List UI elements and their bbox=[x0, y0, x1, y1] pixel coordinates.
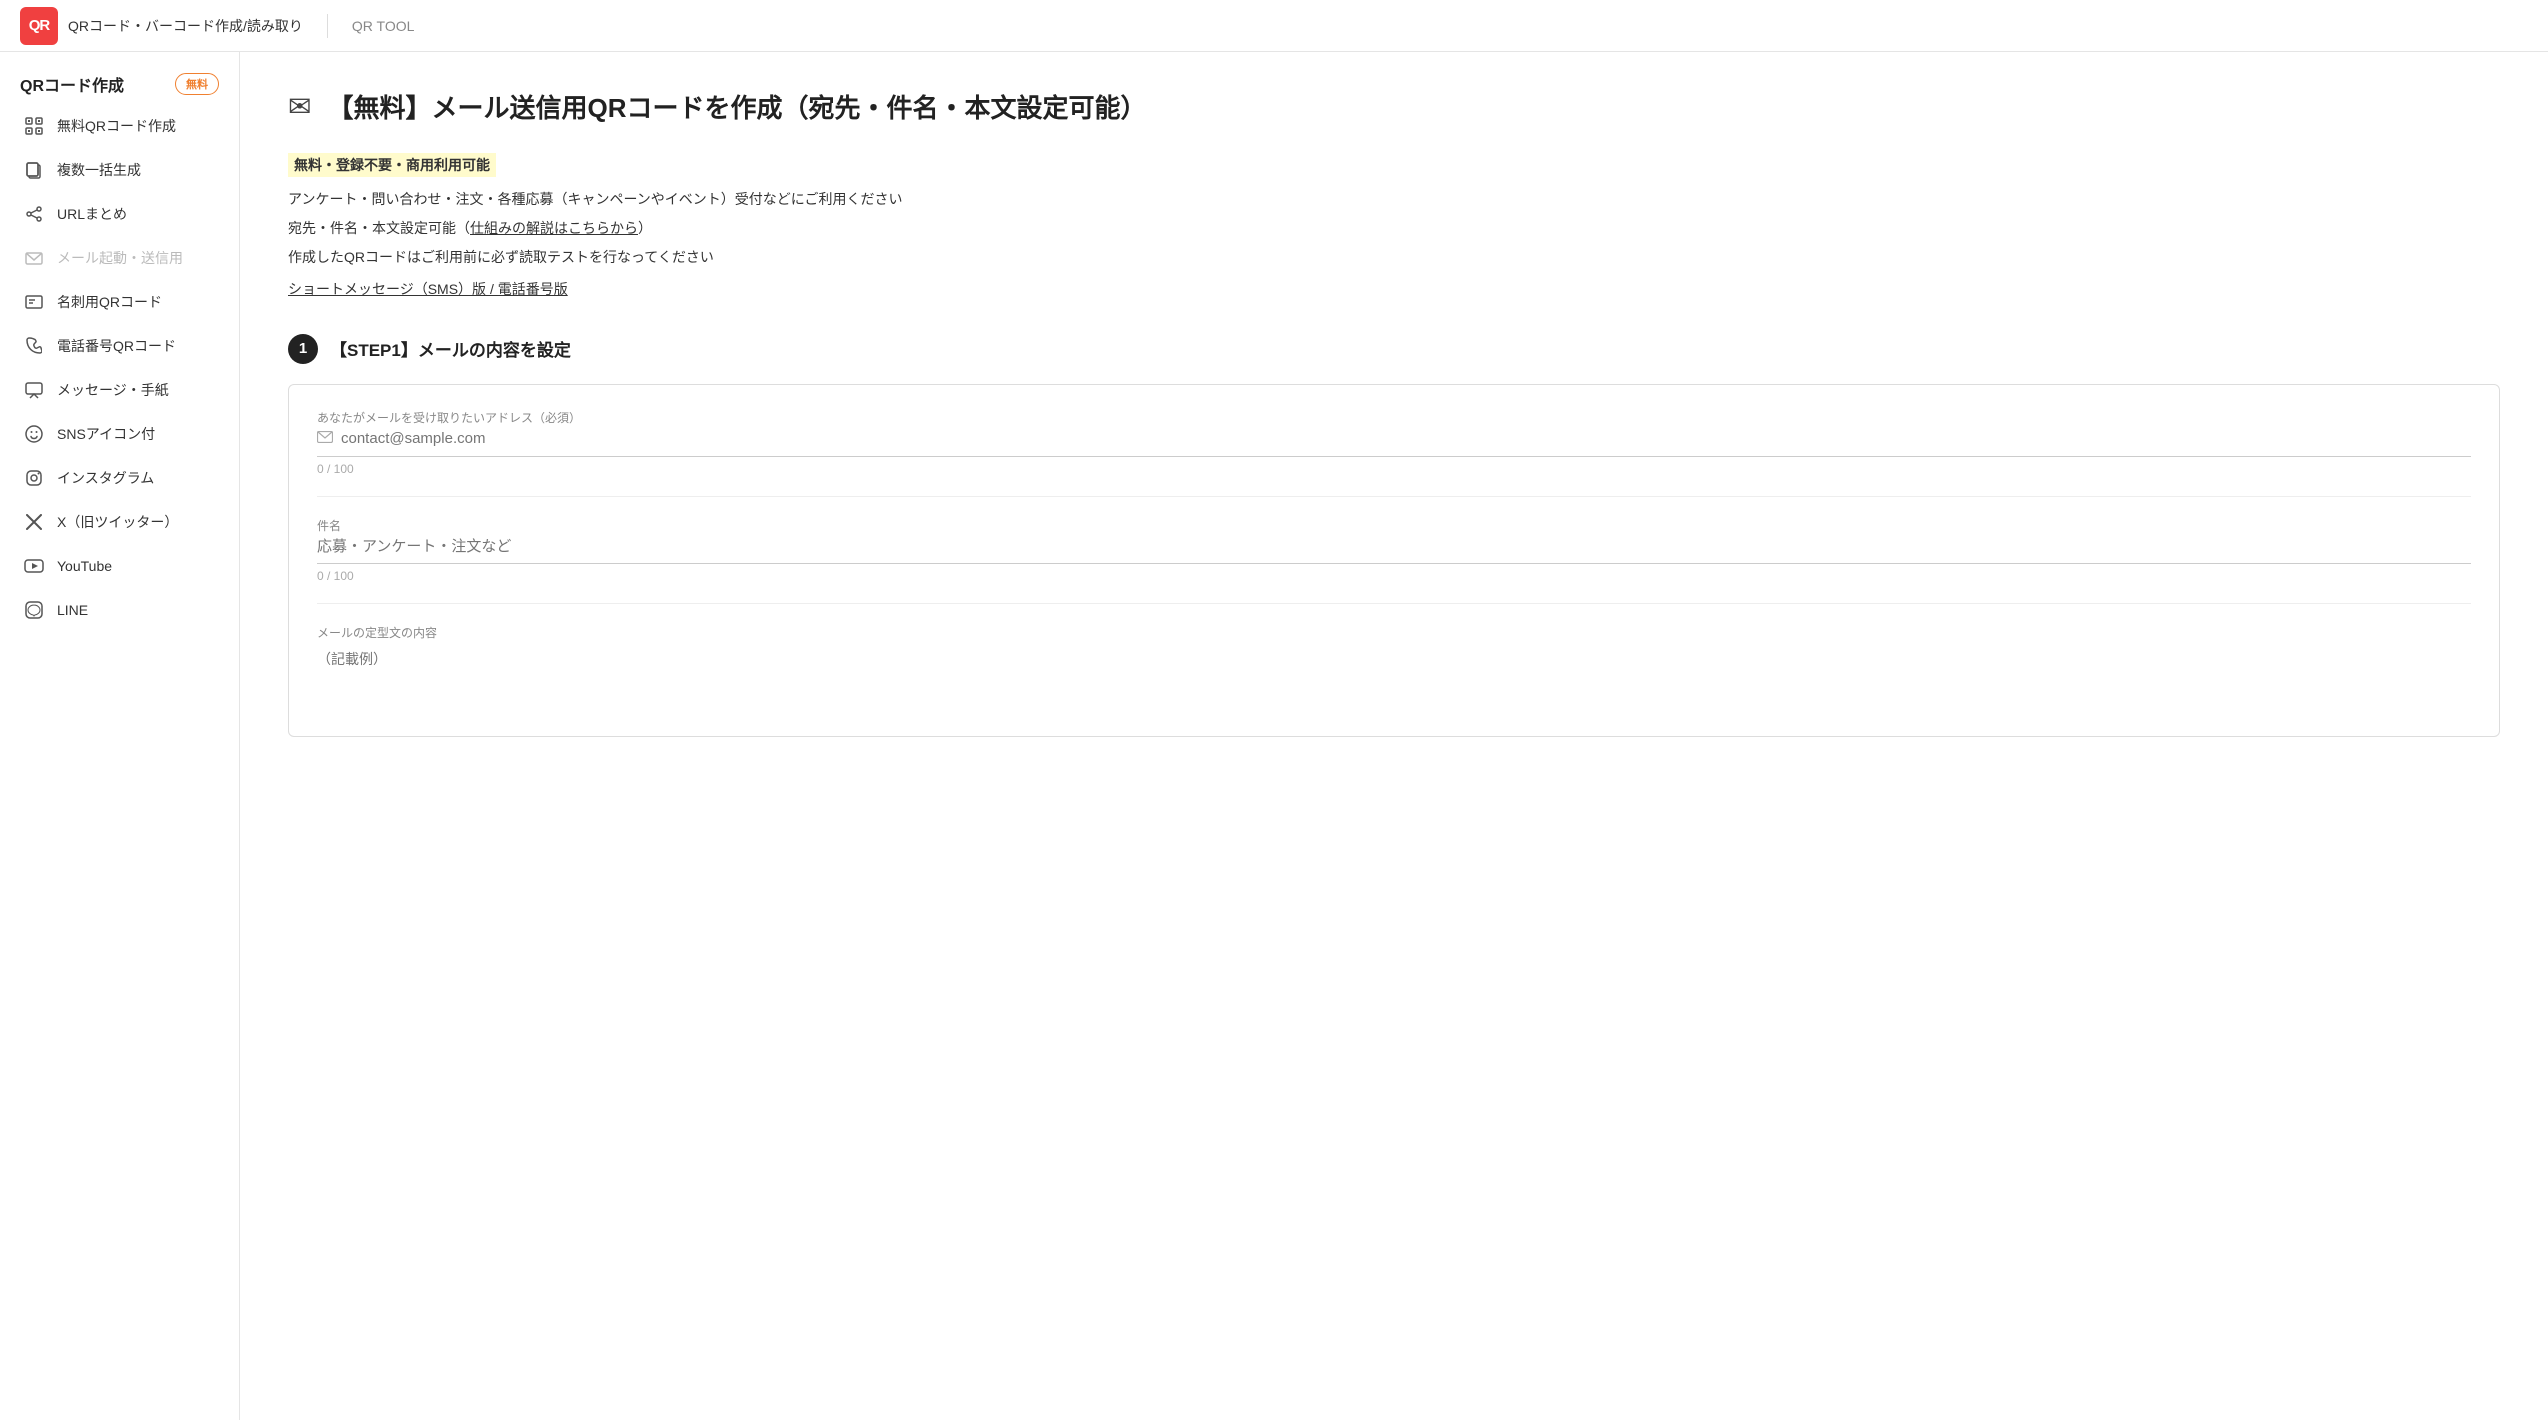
share-icon bbox=[23, 203, 45, 225]
body-field-group: メールの定型文の内容 bbox=[317, 624, 2471, 712]
page-heading-icon: ✉ bbox=[288, 90, 311, 123]
email-input[interactable] bbox=[341, 430, 2471, 447]
sidebar-item-instagram[interactable]: インスタグラム bbox=[0, 456, 239, 500]
subject-counter: 0 / 100 bbox=[317, 569, 2471, 583]
message-icon bbox=[23, 379, 45, 401]
smile-icon bbox=[23, 423, 45, 445]
sidebar-item-label: 無料QRコード作成 bbox=[57, 116, 176, 136]
sidebar-item-youtube[interactable]: YouTube bbox=[0, 544, 239, 588]
sidebar-item-label: 電話番号QRコード bbox=[57, 336, 176, 356]
line-icon bbox=[23, 599, 45, 621]
sidebar-item-business-card[interactable]: 名刺用QRコード bbox=[0, 280, 239, 324]
sidebar-item-free-qr[interactable]: 無料QRコード作成 bbox=[0, 104, 239, 148]
sidebar-item-sns-icon[interactable]: SNSアイコン付 bbox=[0, 412, 239, 456]
desc-line4: ショートメッセージ（SMS）版 / 電話番号版 bbox=[288, 277, 2500, 302]
layout: QRコード作成 無料 無料QRコード作成 bbox=[0, 52, 2548, 1420]
sidebar-item-url-collection[interactable]: URLまとめ bbox=[0, 192, 239, 236]
sidebar-item-label: YouTube bbox=[57, 558, 112, 574]
body-textarea[interactable] bbox=[317, 649, 2471, 709]
desc-line1: アンケート・問い合わせ・注文・各種応募（キャンペーンやイベント）受付などにご利用… bbox=[288, 187, 2500, 212]
highlight-tag: 無料・登録不要・商用利用可能 bbox=[288, 153, 496, 177]
step1-section: 1 【STEP1】メールの内容を設定 あなたがメールを受け取りたいアドレス（必須… bbox=[288, 334, 2500, 737]
subject-input[interactable] bbox=[317, 538, 2471, 555]
header: QR QRコード・バーコード作成/読み取り QR TOOL bbox=[0, 0, 2548, 52]
sidebar-item-label: LINE bbox=[57, 602, 88, 618]
x-icon bbox=[23, 511, 45, 533]
step1-header: 1 【STEP1】メールの内容を設定 bbox=[288, 334, 2500, 364]
sidebar: QRコード作成 無料 無料QRコード作成 bbox=[0, 52, 240, 1420]
main-content: ✉ 【無料】メール送信用QRコードを作成（宛先・件名・本文設定可能） 無料・登録… bbox=[240, 52, 2548, 1420]
step1-title: 【STEP1】メールの内容を設定 bbox=[330, 336, 571, 361]
grid-icon bbox=[23, 115, 45, 137]
free-badge: 無料 bbox=[175, 73, 219, 95]
page-title: 【無料】メール送信用QRコードを作成（宛先・件名・本文設定可能） bbox=[327, 88, 1146, 125]
card-icon bbox=[23, 291, 45, 313]
sidebar-item-label: 名刺用QRコード bbox=[57, 292, 162, 312]
tool-name: QR TOOL bbox=[352, 18, 415, 34]
header-divider bbox=[327, 14, 328, 38]
sidebar-item-line[interactable]: LINE bbox=[0, 588, 239, 632]
sidebar-section-title: QRコード作成 無料 bbox=[0, 64, 239, 104]
email-field-icon bbox=[317, 430, 333, 448]
desc-line2-prefix: 宛先・件名・本文設定可能（ bbox=[288, 220, 470, 236]
form-divider bbox=[317, 496, 2471, 497]
instagram-icon bbox=[23, 467, 45, 489]
sidebar-item-label: メール起動・送信用 bbox=[57, 248, 183, 268]
email-field-group: あなたがメールを受け取りたいアドレス（必須） 0 / 100 bbox=[317, 409, 2471, 476]
sidebar-item-label: インスタグラム bbox=[57, 468, 154, 488]
sidebar-item-message[interactable]: メッセージ・手紙 bbox=[0, 368, 239, 412]
subject-label: 件名 bbox=[317, 517, 2471, 534]
logo-area: QR QRコード・バーコード作成/読み取り bbox=[20, 7, 303, 45]
desc-line3: 作成したQRコードはご利用前に必ず読取テストを行なってください bbox=[288, 245, 2500, 270]
step1-number: 1 bbox=[288, 334, 318, 364]
mail-icon bbox=[23, 247, 45, 269]
sidebar-item-phone-qr[interactable]: 電話番号QRコード bbox=[0, 324, 239, 368]
form-divider-2 bbox=[317, 603, 2471, 604]
desc-line2: 宛先・件名・本文設定可能（仕組みの解説はこちらから） bbox=[288, 216, 2500, 241]
desc-line2-suffix: ） bbox=[638, 220, 652, 236]
app-name: QRコード・バーコード作成/読み取り bbox=[68, 16, 303, 36]
sms-link[interactable]: ショートメッセージ（SMS）版 / 電話番号版 bbox=[288, 281, 568, 297]
phone-icon bbox=[23, 335, 45, 357]
sidebar-item-label: X（旧ツイッター） bbox=[57, 512, 178, 532]
sidebar-item-label: メッセージ・手紙 bbox=[57, 380, 169, 400]
subject-field-group: 件名 0 / 100 bbox=[317, 517, 2471, 583]
sidebar-item-twitter[interactable]: X（旧ツイッター） bbox=[0, 500, 239, 544]
sidebar-item-bulk-generate[interactable]: 複数一括生成 bbox=[0, 148, 239, 192]
sidebar-item-label: 複数一括生成 bbox=[57, 160, 141, 180]
sidebar-item-label: URLまとめ bbox=[57, 204, 127, 224]
subject-input-wrap bbox=[317, 538, 2471, 564]
email-input-wrap bbox=[317, 430, 2471, 457]
copy-icon bbox=[23, 159, 45, 181]
sidebar-title-text: QRコード作成 bbox=[20, 72, 124, 96]
desc-link[interactable]: 仕組みの解説はこちらから bbox=[470, 220, 638, 236]
page-heading: ✉ 【無料】メール送信用QRコードを作成（宛先・件名・本文設定可能） bbox=[288, 88, 2500, 125]
youtube-icon bbox=[23, 555, 45, 577]
email-label: あなたがメールを受け取りたいアドレス（必須） bbox=[317, 409, 2471, 426]
step1-form: あなたがメールを受け取りたいアドレス（必須） 0 / 100 bbox=[288, 384, 2500, 737]
body-label: メールの定型文の内容 bbox=[317, 624, 2471, 641]
description-block: 無料・登録不要・商用利用可能 アンケート・問い合わせ・注文・各種応募（キャンペー… bbox=[288, 153, 2500, 302]
sidebar-item-label: SNSアイコン付 bbox=[57, 424, 155, 444]
email-counter: 0 / 100 bbox=[317, 462, 2471, 476]
sidebar-item-mail-send: メール起動・送信用 bbox=[0, 236, 239, 280]
logo-box: QR bbox=[20, 7, 58, 45]
